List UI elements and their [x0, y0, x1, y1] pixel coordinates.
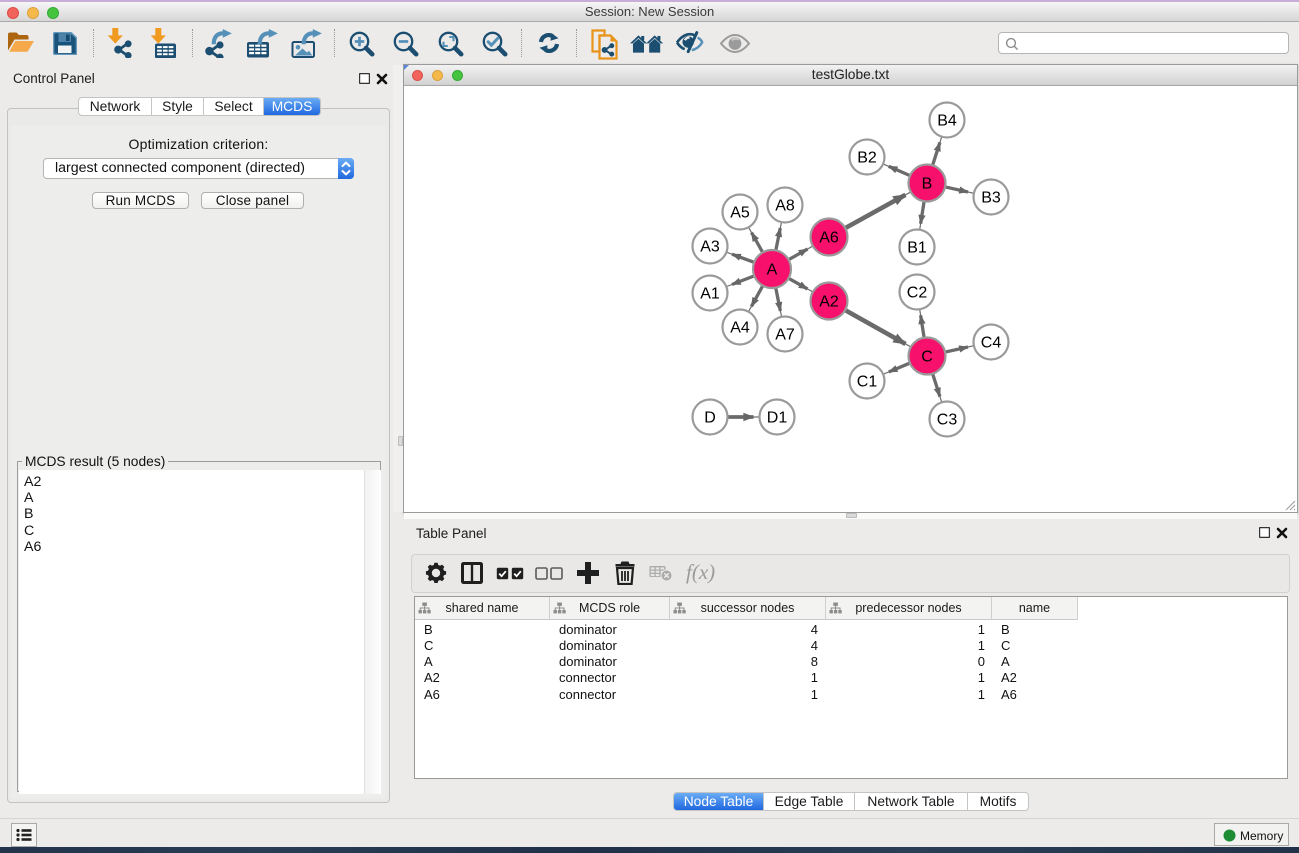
svg-text:A1: A1 [700, 286, 720, 303]
svg-text:C: C [921, 349, 933, 366]
svg-text:D: D [704, 410, 716, 427]
svg-text:A5: A5 [730, 205, 750, 222]
svg-text:C3: C3 [937, 412, 958, 429]
svg-text:B: B [922, 176, 933, 193]
svg-text:D1: D1 [767, 410, 788, 427]
svg-text:A3: A3 [700, 239, 720, 256]
svg-text:A8: A8 [775, 198, 795, 215]
svg-text:A7: A7 [775, 327, 795, 344]
svg-text:B2: B2 [857, 150, 877, 167]
svg-text:B3: B3 [981, 190, 1001, 207]
svg-text:A: A [767, 262, 778, 279]
svg-text:A6: A6 [819, 230, 839, 247]
svg-text:C4: C4 [981, 335, 1002, 352]
svg-text:C1: C1 [857, 374, 878, 391]
svg-text:B4: B4 [937, 113, 957, 130]
svg-text:B1: B1 [907, 240, 927, 257]
svg-text:A2: A2 [819, 294, 839, 311]
svg-text:C2: C2 [907, 285, 928, 302]
svg-text:A4: A4 [730, 320, 750, 337]
